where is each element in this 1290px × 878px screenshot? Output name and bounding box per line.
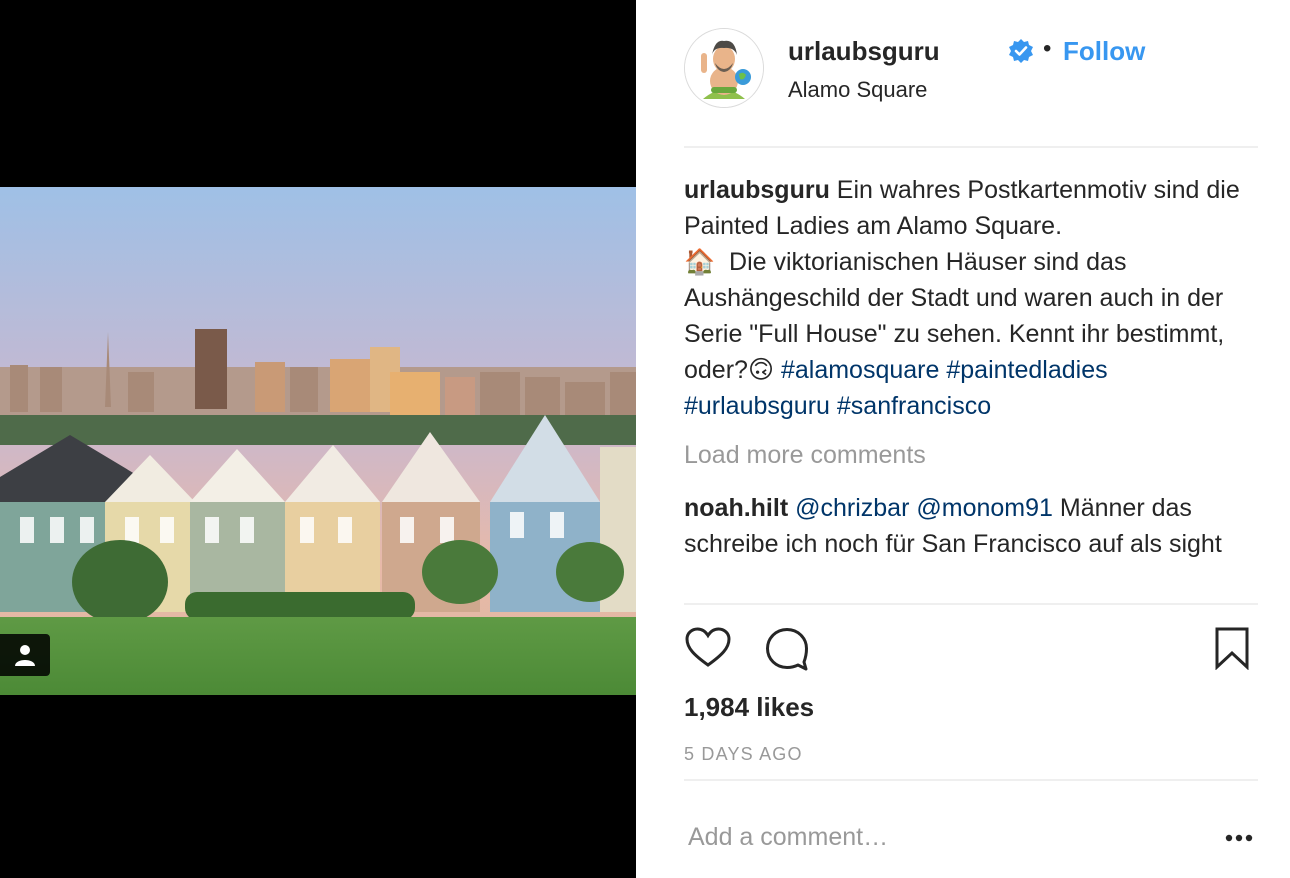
- divider: [684, 779, 1258, 781]
- separator-dot: •: [1043, 35, 1052, 62]
- heart-icon[interactable]: [684, 624, 732, 672]
- caption-username[interactable]: urlaubsguru: [684, 176, 830, 204]
- person-icon: [15, 645, 35, 666]
- mention-chrizbar[interactable]: @chrizbar: [795, 494, 909, 522]
- guru-avatar-icon: [685, 29, 763, 107]
- follow-button[interactable]: Follow: [1063, 36, 1145, 66]
- comment-item: noah.hilt @chrizbar @monom91 Männer das …: [684, 490, 1258, 562]
- hashtag-alamosquare[interactable]: #alamosquare: [781, 356, 939, 384]
- painted-ladies-photo: [0, 187, 636, 695]
- likes-count[interactable]: 1,984 likes: [684, 690, 814, 724]
- post-username[interactable]: urlaubsguru: [788, 36, 940, 66]
- post-photo[interactable]: [0, 187, 636, 695]
- upside-down-face-emoji: 🙃: [747, 355, 775, 384]
- add-comment-input[interactable]: [688, 818, 1168, 856]
- comment-username[interactable]: noah.hilt: [684, 494, 788, 522]
- divider: [684, 603, 1258, 605]
- post-actions: [684, 624, 1258, 676]
- avatar[interactable]: [684, 28, 764, 108]
- hashtag-sanfrancisco[interactable]: #sanfrancisco: [837, 392, 991, 420]
- load-more-comments-link[interactable]: Load more comments: [684, 438, 926, 472]
- post-location[interactable]: Alamo Square: [788, 76, 927, 104]
- post-header: urlaubsguru • Follow Alamo Square: [684, 28, 1258, 148]
- verified-badge-icon: [1009, 39, 1033, 63]
- bookmark-icon[interactable]: [1214, 626, 1250, 670]
- hashtag-paintedladies[interactable]: #paintedladies: [946, 356, 1107, 384]
- post-timestamp[interactable]: 5 DAYS AGO: [684, 742, 803, 766]
- tag-people-button[interactable]: [0, 634, 50, 676]
- comment-bubble-icon[interactable]: [764, 624, 810, 672]
- mention-monom91[interactable]: @monom91: [916, 494, 1053, 522]
- post-caption: urlaubsguru Ein wahres Postkartenmotiv s…: [684, 172, 1258, 424]
- hashtag-urlaubsguru[interactable]: #urlaubsguru: [684, 392, 830, 420]
- post-sidebar: urlaubsguru • Follow Alamo Square urlaub…: [636, 0, 1290, 878]
- media-pane: [0, 0, 636, 878]
- house-emoji: 🏠: [684, 247, 716, 276]
- ellipsis-icon[interactable]: [1224, 826, 1254, 850]
